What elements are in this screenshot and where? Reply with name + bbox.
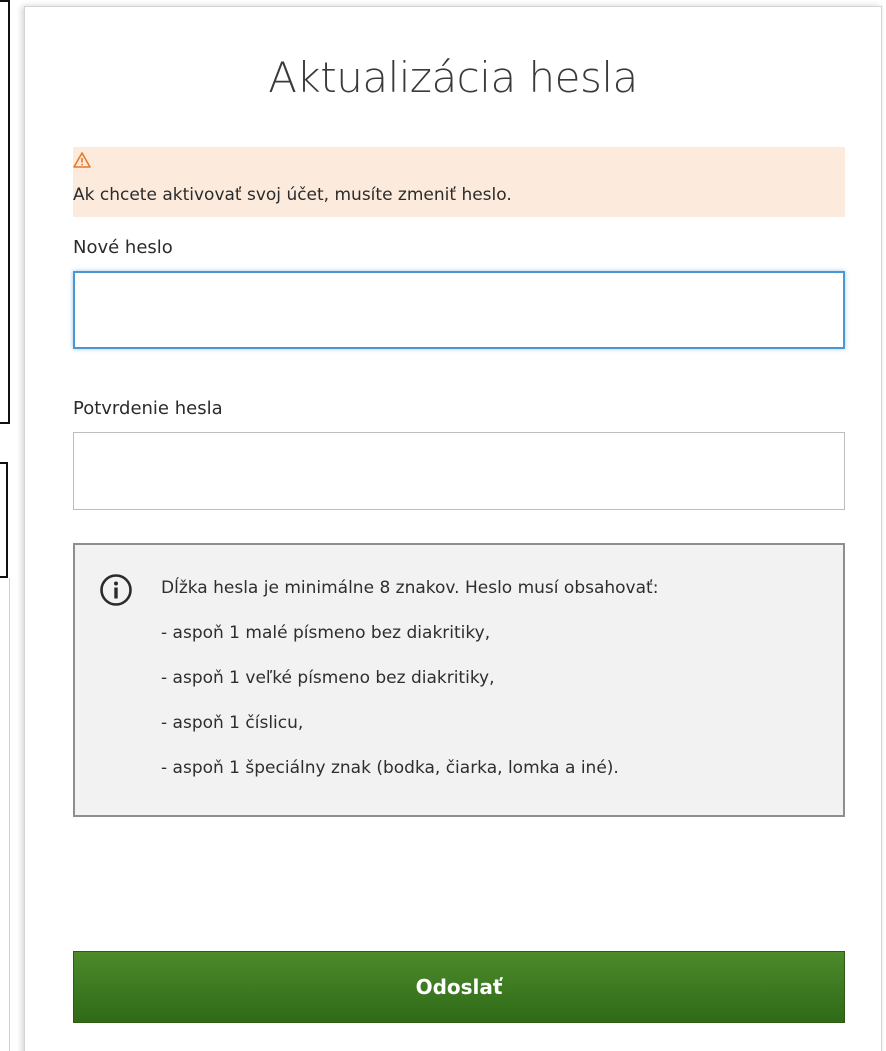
warning-alert: Ak chcete aktivovať svoj účet, musíte zm… bbox=[73, 147, 845, 217]
page-title: Aktualizácia hesla bbox=[268, 53, 638, 102]
confirm-password-label: Potvrdenie hesla bbox=[73, 398, 223, 419]
requirements-list: Dĺžka hesla je minimálne 8 znakov. Heslo… bbox=[161, 579, 658, 804]
screen: Aktualizácia hesla Ak chcete aktivovať s… bbox=[0, 0, 886, 1051]
requirement-item: - aspoň 1 veľké písmeno bez diakritiky, bbox=[161, 668, 495, 688]
new-password-input[interactable] bbox=[73, 271, 845, 349]
new-password-label: Nové heslo bbox=[73, 237, 173, 258]
warning-triangle-icon bbox=[73, 152, 91, 168]
alert-message: Ak chcete aktivovať svoj účet, musíte zm… bbox=[73, 185, 512, 205]
requirement-item: - aspoň 1 špeciálny znak (bodka, čiarka,… bbox=[161, 758, 619, 778]
background-window-fragment bbox=[0, 462, 8, 578]
password-update-dialog: Aktualizácia hesla Ak chcete aktivovať s… bbox=[24, 6, 882, 1051]
submit-button[interactable]: Odoslať bbox=[73, 951, 845, 1023]
background-window-fragment bbox=[0, 0, 10, 424]
confirm-password-input[interactable] bbox=[73, 432, 845, 510]
background-window-edge bbox=[0, 578, 10, 1051]
info-circle-icon bbox=[100, 574, 132, 606]
requirement-item: - aspoň 1 malé písmeno bez diakritiky, bbox=[161, 623, 491, 643]
requirement-item: - aspoň 1 číslicu, bbox=[161, 713, 304, 733]
requirements-intro: Dĺžka hesla je minimálne 8 znakov. Heslo… bbox=[161, 578, 659, 598]
password-requirements-box: Dĺžka hesla je minimálne 8 znakov. Heslo… bbox=[73, 543, 845, 817]
